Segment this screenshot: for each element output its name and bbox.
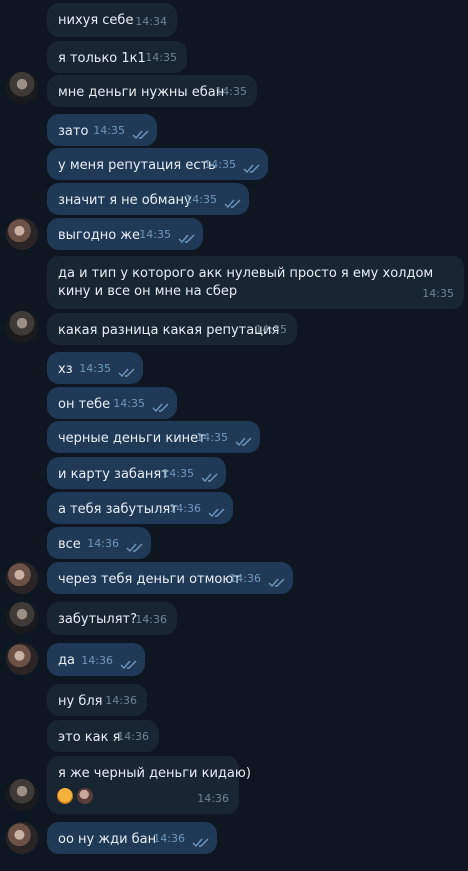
contact-avatar[interactable]: [6, 602, 38, 634]
message-text: у меня репутация есть: [58, 158, 216, 173]
message-bubble[interactable]: значит я не обману 14:35: [47, 183, 249, 215]
message-time: 14:36: [87, 537, 119, 550]
contact-avatar[interactable]: [6, 72, 38, 104]
message-text: да и тип у которого акк нулевый просто я…: [58, 266, 434, 299]
message-text: да: [58, 653, 75, 668]
message-text: оо ну жди бан: [58, 832, 157, 847]
message-bubble[interactable]: оо ну жди бан 14:36: [47, 822, 217, 854]
double-check-icon: [152, 403, 169, 413]
message-text: выгодно же: [58, 228, 140, 243]
double-check-icon: [192, 838, 209, 848]
message-bubble[interactable]: и карту забанят 14:35: [47, 457, 226, 489]
double-check-icon: [208, 508, 225, 518]
message-bubble[interactable]: он тебе 14:35: [47, 387, 177, 419]
message-text: нихуя себе: [58, 13, 134, 28]
message-bubble[interactable]: у меня репутация есть 14:35: [47, 148, 268, 180]
message-time: 14:35: [139, 228, 171, 241]
message-time: 14:36: [153, 832, 185, 845]
own-avatar[interactable]: [6, 562, 38, 594]
message-time: 14:36: [169, 502, 201, 515]
message-bubble[interactable]: выгодно же 14:35: [47, 218, 203, 250]
double-check-icon: [178, 234, 195, 244]
message-time: 14:35: [255, 323, 287, 336]
message-time: 14:36: [81, 654, 113, 667]
message-bubble[interactable]: я только 1к1 14:35: [47, 41, 187, 73]
message-time: 14:36: [197, 792, 229, 805]
message-bubble[interactable]: да и тип у которого акк нулевый просто я…: [47, 256, 464, 309]
message-bubble[interactable]: черные деньги кинет 14:35: [47, 421, 260, 453]
message-time: 14:36: [135, 613, 167, 626]
double-check-icon: [268, 578, 285, 588]
message-time: 14:35: [145, 51, 177, 64]
message-text: я только 1к1: [58, 51, 146, 66]
emoji-icon: [77, 788, 93, 804]
message-time: 14:35: [185, 193, 217, 206]
message-text: хз: [58, 362, 73, 377]
message-time: 14:35: [79, 362, 111, 375]
message-time: 14:36: [117, 730, 149, 743]
message-text: через тебя деньги отмоют: [58, 572, 241, 587]
message-text: все: [58, 537, 81, 552]
message-time: 14:35: [162, 467, 194, 480]
message-time: 14:35: [113, 397, 145, 410]
message-time: 14:34: [135, 15, 167, 28]
message-text: это как я: [58, 730, 121, 745]
message-bubble[interactable]: забутылят? 14:36: [47, 602, 177, 635]
contact-avatar[interactable]: [6, 311, 38, 343]
message-text: зато: [58, 124, 89, 139]
message-text: ну бля: [58, 694, 103, 709]
message-bubble[interactable]: я же черный деньги кидаю) 14:36: [47, 756, 251, 814]
own-avatar[interactable]: [6, 218, 38, 250]
double-check-icon: [201, 473, 218, 483]
message-bubble[interactable]: да 14:36: [47, 643, 145, 676]
message-time: 14:35: [422, 287, 454, 300]
double-check-icon: [224, 199, 241, 209]
message-text: он тебе: [58, 397, 111, 412]
double-check-icon: [126, 543, 143, 553]
double-check-icon: [243, 164, 260, 174]
message-time: 14:35: [93, 124, 125, 137]
message-text: а тебя забутылят: [58, 502, 178, 517]
own-avatar[interactable]: [6, 643, 38, 675]
message-bubble[interactable]: нихуя себе 14:34: [47, 3, 177, 37]
message-bubble[interactable]: это как я 14:36: [47, 720, 159, 752]
message-text: я же черный деньги кидаю): [58, 766, 251, 781]
message-bubble[interactable]: через тебя деньги отмоют 14:36: [47, 562, 293, 594]
message-time: 14:36: [229, 572, 261, 585]
double-check-icon: [120, 660, 137, 670]
message-time: 14:35: [204, 158, 236, 171]
message-text: и карту забанят: [58, 467, 169, 482]
chat-message-list[interactable]: нихуя себе 14:34 я только 1к1 14:35 мне …: [0, 0, 468, 871]
double-check-icon: [132, 130, 149, 140]
message-text: какая разница какая репутация: [58, 323, 280, 338]
message-text: черные деньги кинет: [58, 431, 206, 446]
own-avatar[interactable]: [6, 822, 38, 854]
emoji-icon: [57, 788, 73, 804]
message-time: 14:35: [196, 431, 228, 444]
message-text: значит я не обману: [58, 193, 192, 208]
message-text: мне деньги нужны ебан: [58, 85, 225, 100]
message-bubble[interactable]: все 14:36: [47, 527, 151, 559]
message-time: 14:35: [215, 85, 247, 98]
message-bubble[interactable]: хз 14:35: [47, 352, 143, 384]
double-check-icon: [235, 437, 252, 447]
message-bubble[interactable]: а тебя забутылят 14:36: [47, 492, 233, 524]
double-check-icon: [118, 368, 135, 378]
message-bubble[interactable]: какая разница какая репутация 14:35: [47, 313, 297, 345]
message-text: забутылят?: [58, 612, 138, 627]
message-bubble[interactable]: мне деньги нужны ебан 14:35: [47, 75, 257, 107]
message-time: 14:36: [105, 694, 137, 707]
message-bubble[interactable]: ну бля 14:36: [47, 684, 147, 716]
contact-avatar[interactable]: [6, 779, 38, 811]
message-bubble[interactable]: зато 14:35: [47, 114, 157, 146]
